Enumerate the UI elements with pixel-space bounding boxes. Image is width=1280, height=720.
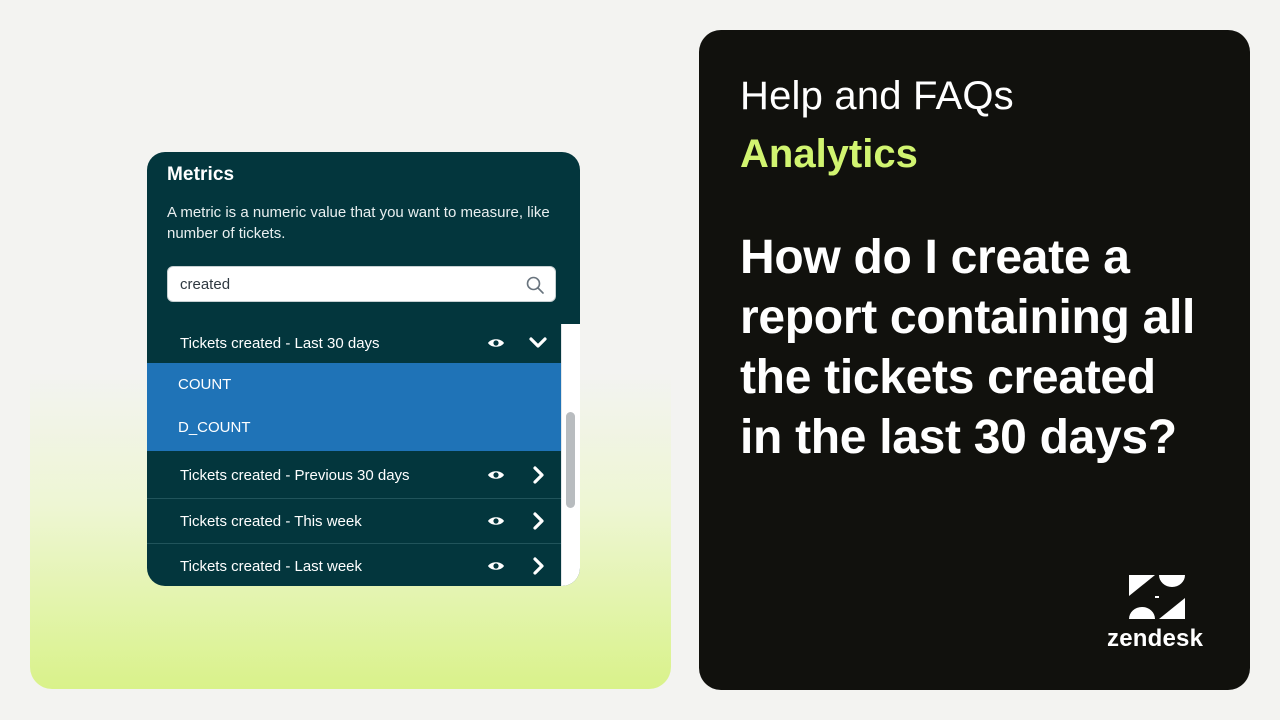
aggregator-item-count[interactable]: COUNT (178, 376, 231, 393)
aggregator-item-d-count[interactable]: D_COUNT (178, 419, 251, 436)
scrollbar-thumb[interactable] (566, 412, 575, 508)
brand-name: zendesk (1107, 625, 1204, 652)
eye-icon[interactable] (487, 558, 505, 574)
chevron-right-icon[interactable] (527, 555, 549, 577)
faq-section-subtitle: Analytics (740, 132, 918, 176)
metric-search-input[interactable] (168, 267, 508, 301)
metric-item-label: Tickets created - This week (180, 513, 362, 530)
chevron-right-icon[interactable] (527, 510, 549, 532)
chevron-right-icon[interactable] (527, 464, 549, 486)
metric-item-tickets-created-this-week[interactable]: Tickets created - This week (147, 498, 561, 543)
metric-item-tickets-created-last-week[interactable]: Tickets created - Last week (147, 543, 561, 586)
aggregator-list: COUNT D_COUNT (147, 363, 561, 451)
faq-question: How do I create a report containing all … (740, 231, 1196, 464)
metrics-title: Metrics (167, 164, 235, 185)
metric-item-label: Tickets created - Last 30 days (180, 335, 380, 352)
search-icon[interactable] (525, 275, 545, 295)
eye-icon[interactable] (487, 335, 505, 351)
metric-search-box (167, 266, 556, 302)
metric-list: Tickets created - Last 30 days COUNT D_C… (147, 324, 580, 586)
metric-item-tickets-created-previous-30-days[interactable]: Tickets created - Previous 30 days (147, 453, 561, 498)
zendesk-logo-icon (1129, 575, 1185, 619)
metric-list-scrollbar[interactable] (561, 324, 580, 586)
eye-icon[interactable] (487, 513, 505, 529)
eye-icon[interactable] (487, 467, 505, 483)
metric-item-tickets-created-last-30-days[interactable]: Tickets created - Last 30 days (147, 321, 561, 366)
metric-item-label: Tickets created - Previous 30 days (180, 467, 410, 484)
faq-section-title: Help and FAQs (740, 74, 1014, 118)
metrics-panel: Metrics A metric is a numeric value that… (147, 152, 580, 586)
faq-card: Help and FAQs Analytics How do I create … (699, 30, 1250, 690)
metric-item-label: Tickets created - Last week (180, 558, 363, 575)
chevron-down-icon[interactable] (527, 332, 549, 354)
metrics-description: A metric is a numeric value that you wan… (167, 204, 550, 242)
